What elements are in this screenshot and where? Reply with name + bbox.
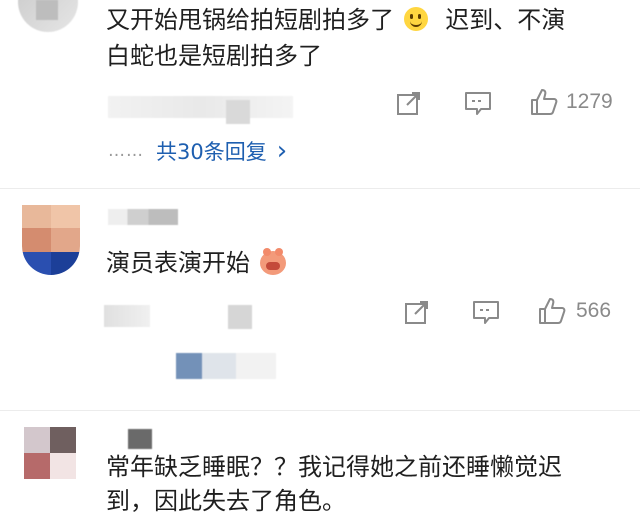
avatar[interactable] [18, 0, 78, 32]
ellipsis: …… [108, 141, 144, 161]
comment-line: 常年缺乏睡眠？？我记得她之前还睡懒觉迟 [106, 453, 562, 481]
comment-icon[interactable] [472, 299, 500, 325]
like-count: 1279 [566, 90, 613, 113]
share-icon[interactable] [404, 299, 430, 325]
like-button[interactable]: 1279 [530, 88, 613, 116]
comment-text: 又开始甩锅给拍短剧拍多了 迟到、不演 [106, 2, 626, 38]
smile-emoji [403, 7, 428, 31]
comment-2: 演员表演开始 566 [0, 189, 640, 417]
comment-line: 到，因此失去了角色。 [106, 487, 346, 515]
pig-laugh-emoji [259, 248, 286, 275]
comment-meta [226, 100, 250, 124]
comment-3: 常年缺乏睡眠？？我记得她之前还睡懒觉迟 到，因此失去了角色。 [0, 411, 640, 520]
username[interactable] [128, 429, 152, 449]
like-button[interactable]: 566 [538, 297, 611, 325]
comment-line: 又开始甩锅给拍短剧拍多了 [106, 6, 394, 34]
comment-line: 白蛇也是短剧拍多了 [106, 42, 322, 70]
avatar[interactable] [22, 205, 80, 275]
username[interactable] [108, 209, 178, 225]
like-count: 566 [576, 299, 612, 322]
thumbs-up-icon [530, 88, 558, 116]
replies-count: 共30条回复 [156, 140, 267, 164]
comment-meta [108, 96, 293, 118]
avatar[interactable] [24, 427, 76, 479]
thumbs-up-icon [538, 297, 566, 325]
reply-preview[interactable] [176, 353, 276, 379]
comment-meta [228, 305, 252, 329]
comment-1: 又开始甩锅给拍短剧拍多了 迟到、不演 白蛇也是短剧拍多了 1279 …… 共30… [0, 0, 640, 188]
view-replies-link[interactable]: …… 共30条回复 › [108, 136, 287, 166]
comment-icon[interactable] [464, 90, 492, 116]
chevron-right-icon: › [276, 136, 288, 166]
comment-meta [104, 305, 150, 327]
comment-text: 演员表演开始 [106, 245, 286, 281]
share-icon[interactable] [396, 90, 422, 116]
comment-line: 迟到、不演 [445, 6, 566, 34]
comment-line: 演员表演开始 [106, 249, 250, 277]
